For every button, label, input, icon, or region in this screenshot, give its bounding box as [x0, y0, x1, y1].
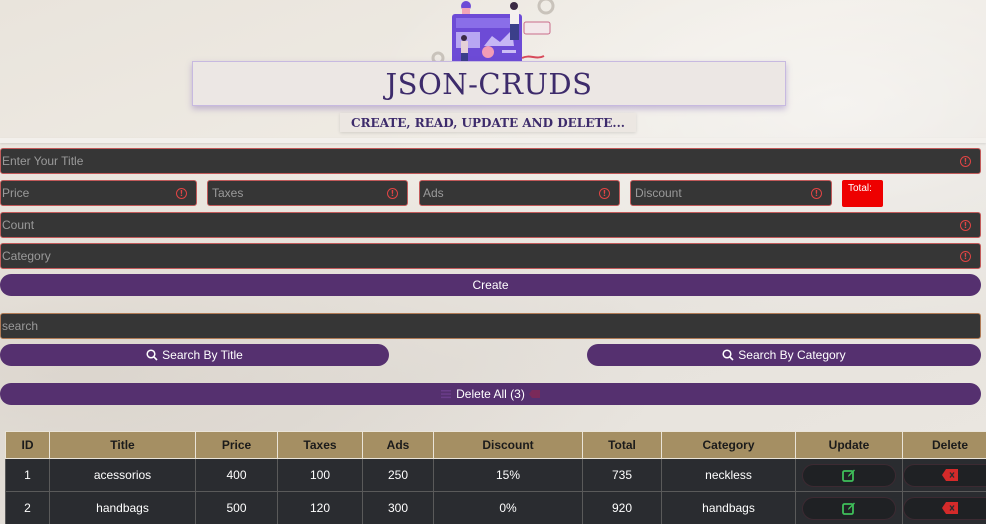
search-input-placeholder: search	[2, 319, 39, 333]
discount-input[interactable]: Discount !	[630, 180, 832, 206]
cell-discount: 0%	[433, 491, 583, 524]
search-by-category-button[interactable]: Search By Category	[587, 344, 981, 366]
cell-total: 735	[582, 458, 662, 492]
cell-update	[795, 458, 903, 492]
create-button[interactable]: Create	[0, 274, 981, 296]
cell-ads: 250	[362, 458, 434, 492]
warning-icon: !	[387, 188, 398, 199]
cell-id: 1	[5, 458, 50, 492]
cell-delete	[902, 491, 986, 524]
warning-icon: !	[960, 156, 971, 167]
taxes-input-placeholder: Taxes	[212, 186, 244, 200]
total-badge: Total:	[842, 180, 883, 207]
create-button-label: Create	[472, 278, 509, 292]
column-header-total: Total	[582, 431, 662, 459]
category-input[interactable]: Category !	[0, 243, 981, 269]
cell-taxes: 100	[277, 458, 363, 492]
warning-icon: !	[811, 188, 822, 199]
price-input[interactable]: Price !	[0, 180, 197, 206]
search-by-category-label: Search By Category	[738, 348, 846, 362]
cell-discount: 15%	[433, 458, 583, 492]
column-header-category: Category	[661, 431, 796, 459]
edit-icon	[842, 469, 855, 482]
column-header-delete: Delete	[902, 431, 986, 459]
column-header-price: Price	[195, 431, 278, 459]
search-by-title-label: Search By Title	[162, 348, 243, 362]
taxes-input[interactable]: Taxes !	[207, 180, 408, 206]
cell-title: handbags	[49, 491, 196, 524]
cell-category: neckless	[661, 458, 796, 492]
backspace-icon	[942, 502, 958, 514]
column-header-ads: Ads	[362, 431, 434, 459]
update-button[interactable]	[802, 496, 896, 520]
delete-button[interactable]	[903, 496, 986, 520]
cell-category: handbags	[661, 491, 796, 524]
title-input[interactable]: Enter Your Title !	[0, 148, 981, 174]
search-by-title-button[interactable]: Search By Title	[0, 344, 389, 366]
backspace-icon	[528, 388, 541, 400]
warning-icon: !	[176, 188, 187, 199]
subtitle-banner: CREATE, READ, UPDATE AND DELETE...	[340, 113, 636, 132]
ads-input-placeholder: Ads	[423, 186, 444, 200]
table-row: 1 acessorios 400 100 250 15% 735 neckles…	[5, 458, 986, 492]
column-header-taxes: Taxes	[277, 431, 363, 459]
price-input-placeholder: Price	[2, 186, 30, 200]
page-title: JSON-CRUDS	[385, 66, 593, 101]
cell-total: 920	[582, 491, 662, 524]
backspace-icon	[942, 469, 958, 481]
products-table: ID Title Price Taxes Ads Discount Total …	[5, 431, 986, 524]
cell-title: acessorios	[49, 458, 196, 492]
delete-button[interactable]	[903, 463, 986, 487]
table-row: 2 handbags 500 120 300 0% 920 handbags	[5, 491, 986, 524]
table-header-row: ID Title Price Taxes Ads Discount Total …	[5, 431, 986, 459]
header-divider	[0, 138, 986, 143]
search-icon	[722, 349, 734, 361]
cell-ads: 300	[362, 491, 434, 524]
cell-taxes: 120	[277, 491, 363, 524]
cell-delete	[902, 458, 986, 492]
cell-id: 2	[5, 491, 50, 524]
edit-icon	[842, 502, 855, 515]
ads-input[interactable]: Ads !	[419, 180, 620, 206]
category-input-placeholder: Category	[2, 249, 51, 263]
column-header-discount: Discount	[433, 431, 583, 459]
title-banner: JSON-CRUDS	[192, 61, 786, 106]
warning-icon: !	[599, 188, 610, 199]
warning-icon: !	[960, 220, 971, 231]
column-header-update: Update	[795, 431, 903, 459]
delete-all-button[interactable]: Delete All (3)	[0, 383, 981, 405]
delete-all-label: Delete All (3)	[456, 387, 525, 401]
list-icon	[440, 388, 452, 400]
column-header-id: ID	[5, 431, 50, 459]
cell-update	[795, 491, 903, 524]
count-input[interactable]: Count !	[0, 212, 981, 238]
count-input-placeholder: Count	[2, 218, 35, 232]
warning-icon: !	[960, 251, 971, 262]
search-input[interactable]: search	[0, 313, 981, 339]
column-header-title: Title	[49, 431, 196, 459]
cell-price: 400	[195, 458, 278, 492]
title-input-placeholder: Enter Your Title	[2, 154, 84, 168]
cell-price: 500	[195, 491, 278, 524]
page-subtitle: CREATE, READ, UPDATE AND DELETE...	[351, 115, 625, 130]
search-icon	[146, 349, 158, 361]
update-button[interactable]	[802, 463, 896, 487]
discount-input-placeholder: Discount	[635, 186, 682, 200]
